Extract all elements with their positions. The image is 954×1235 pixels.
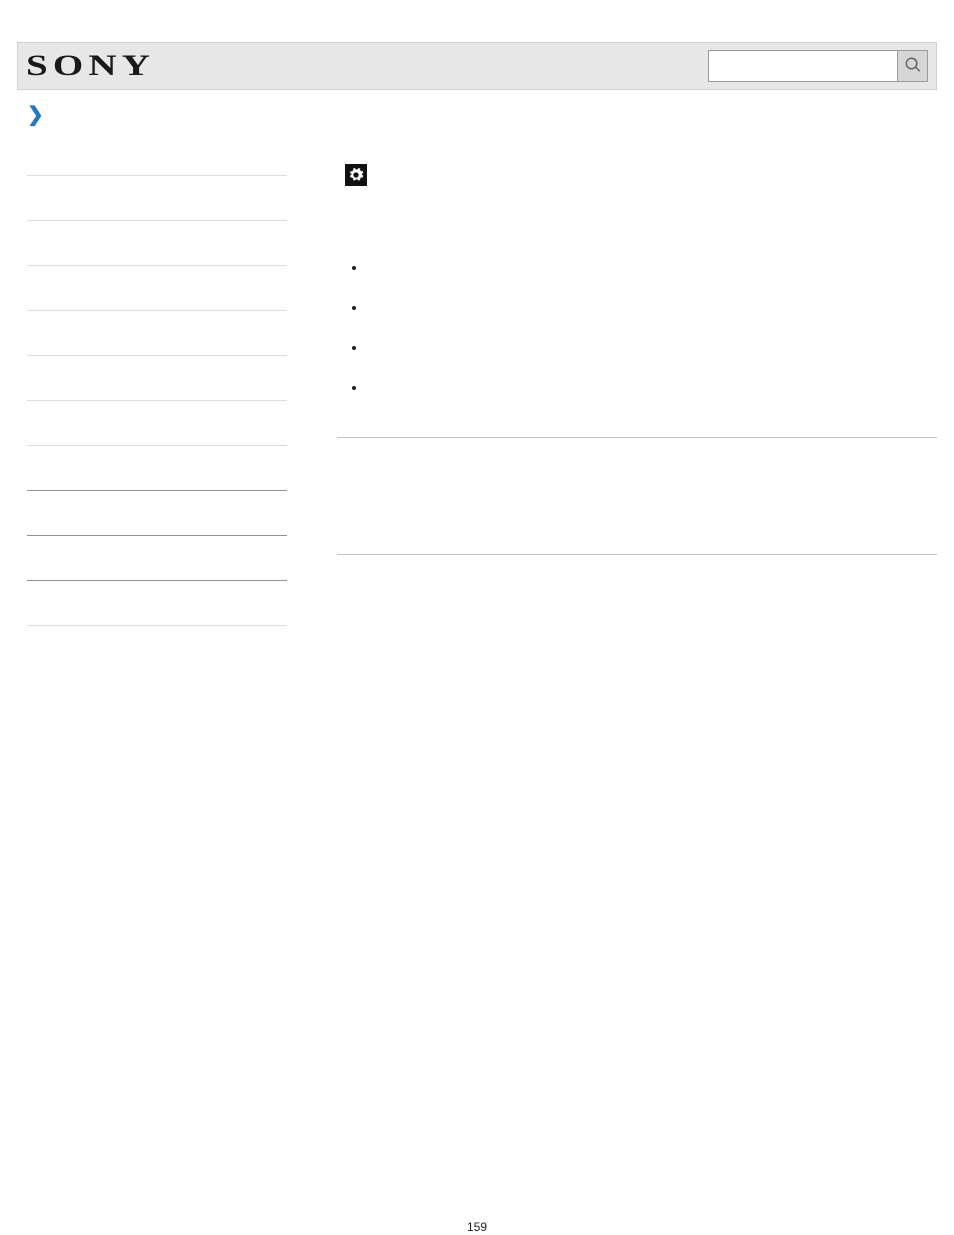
bullet-list (367, 259, 937, 419)
search-box (708, 50, 928, 82)
list-item (367, 299, 937, 339)
sidebar-item-6[interactable] (27, 356, 287, 401)
list-item (367, 379, 937, 419)
sidebar-item-7[interactable] (27, 401, 287, 446)
page-number: 159 (17, 1220, 937, 1234)
divider (337, 437, 937, 438)
list-item (367, 259, 937, 299)
sidebar-item-10[interactable] (27, 536, 287, 581)
sidebar-item-3[interactable] (27, 221, 287, 266)
sidebar-item-9[interactable] (27, 491, 287, 536)
sidebar-item-4[interactable] (27, 266, 287, 311)
search-input[interactable] (708, 50, 898, 82)
divider (337, 554, 937, 555)
sidebar-item-5[interactable] (27, 311, 287, 356)
sidebar-item-2[interactable] (27, 176, 287, 221)
brand-logo: SONY (26, 49, 155, 83)
search-button[interactable] (898, 50, 928, 82)
list-item (367, 339, 937, 379)
sidebar-item-1[interactable] (27, 131, 287, 176)
sidebar-item-11[interactable] (27, 581, 287, 626)
chevron-right-icon: ❯ (27, 102, 44, 127)
sidebar (17, 131, 297, 626)
note-block (337, 456, 937, 536)
main-content (297, 131, 937, 626)
breadcrumb-row: ❯ (17, 102, 937, 127)
instruction-line (337, 161, 937, 189)
search-icon (904, 56, 922, 77)
sidebar-item-8[interactable] (27, 446, 287, 491)
header-bar: SONY (17, 42, 937, 90)
gear-icon (345, 164, 367, 186)
